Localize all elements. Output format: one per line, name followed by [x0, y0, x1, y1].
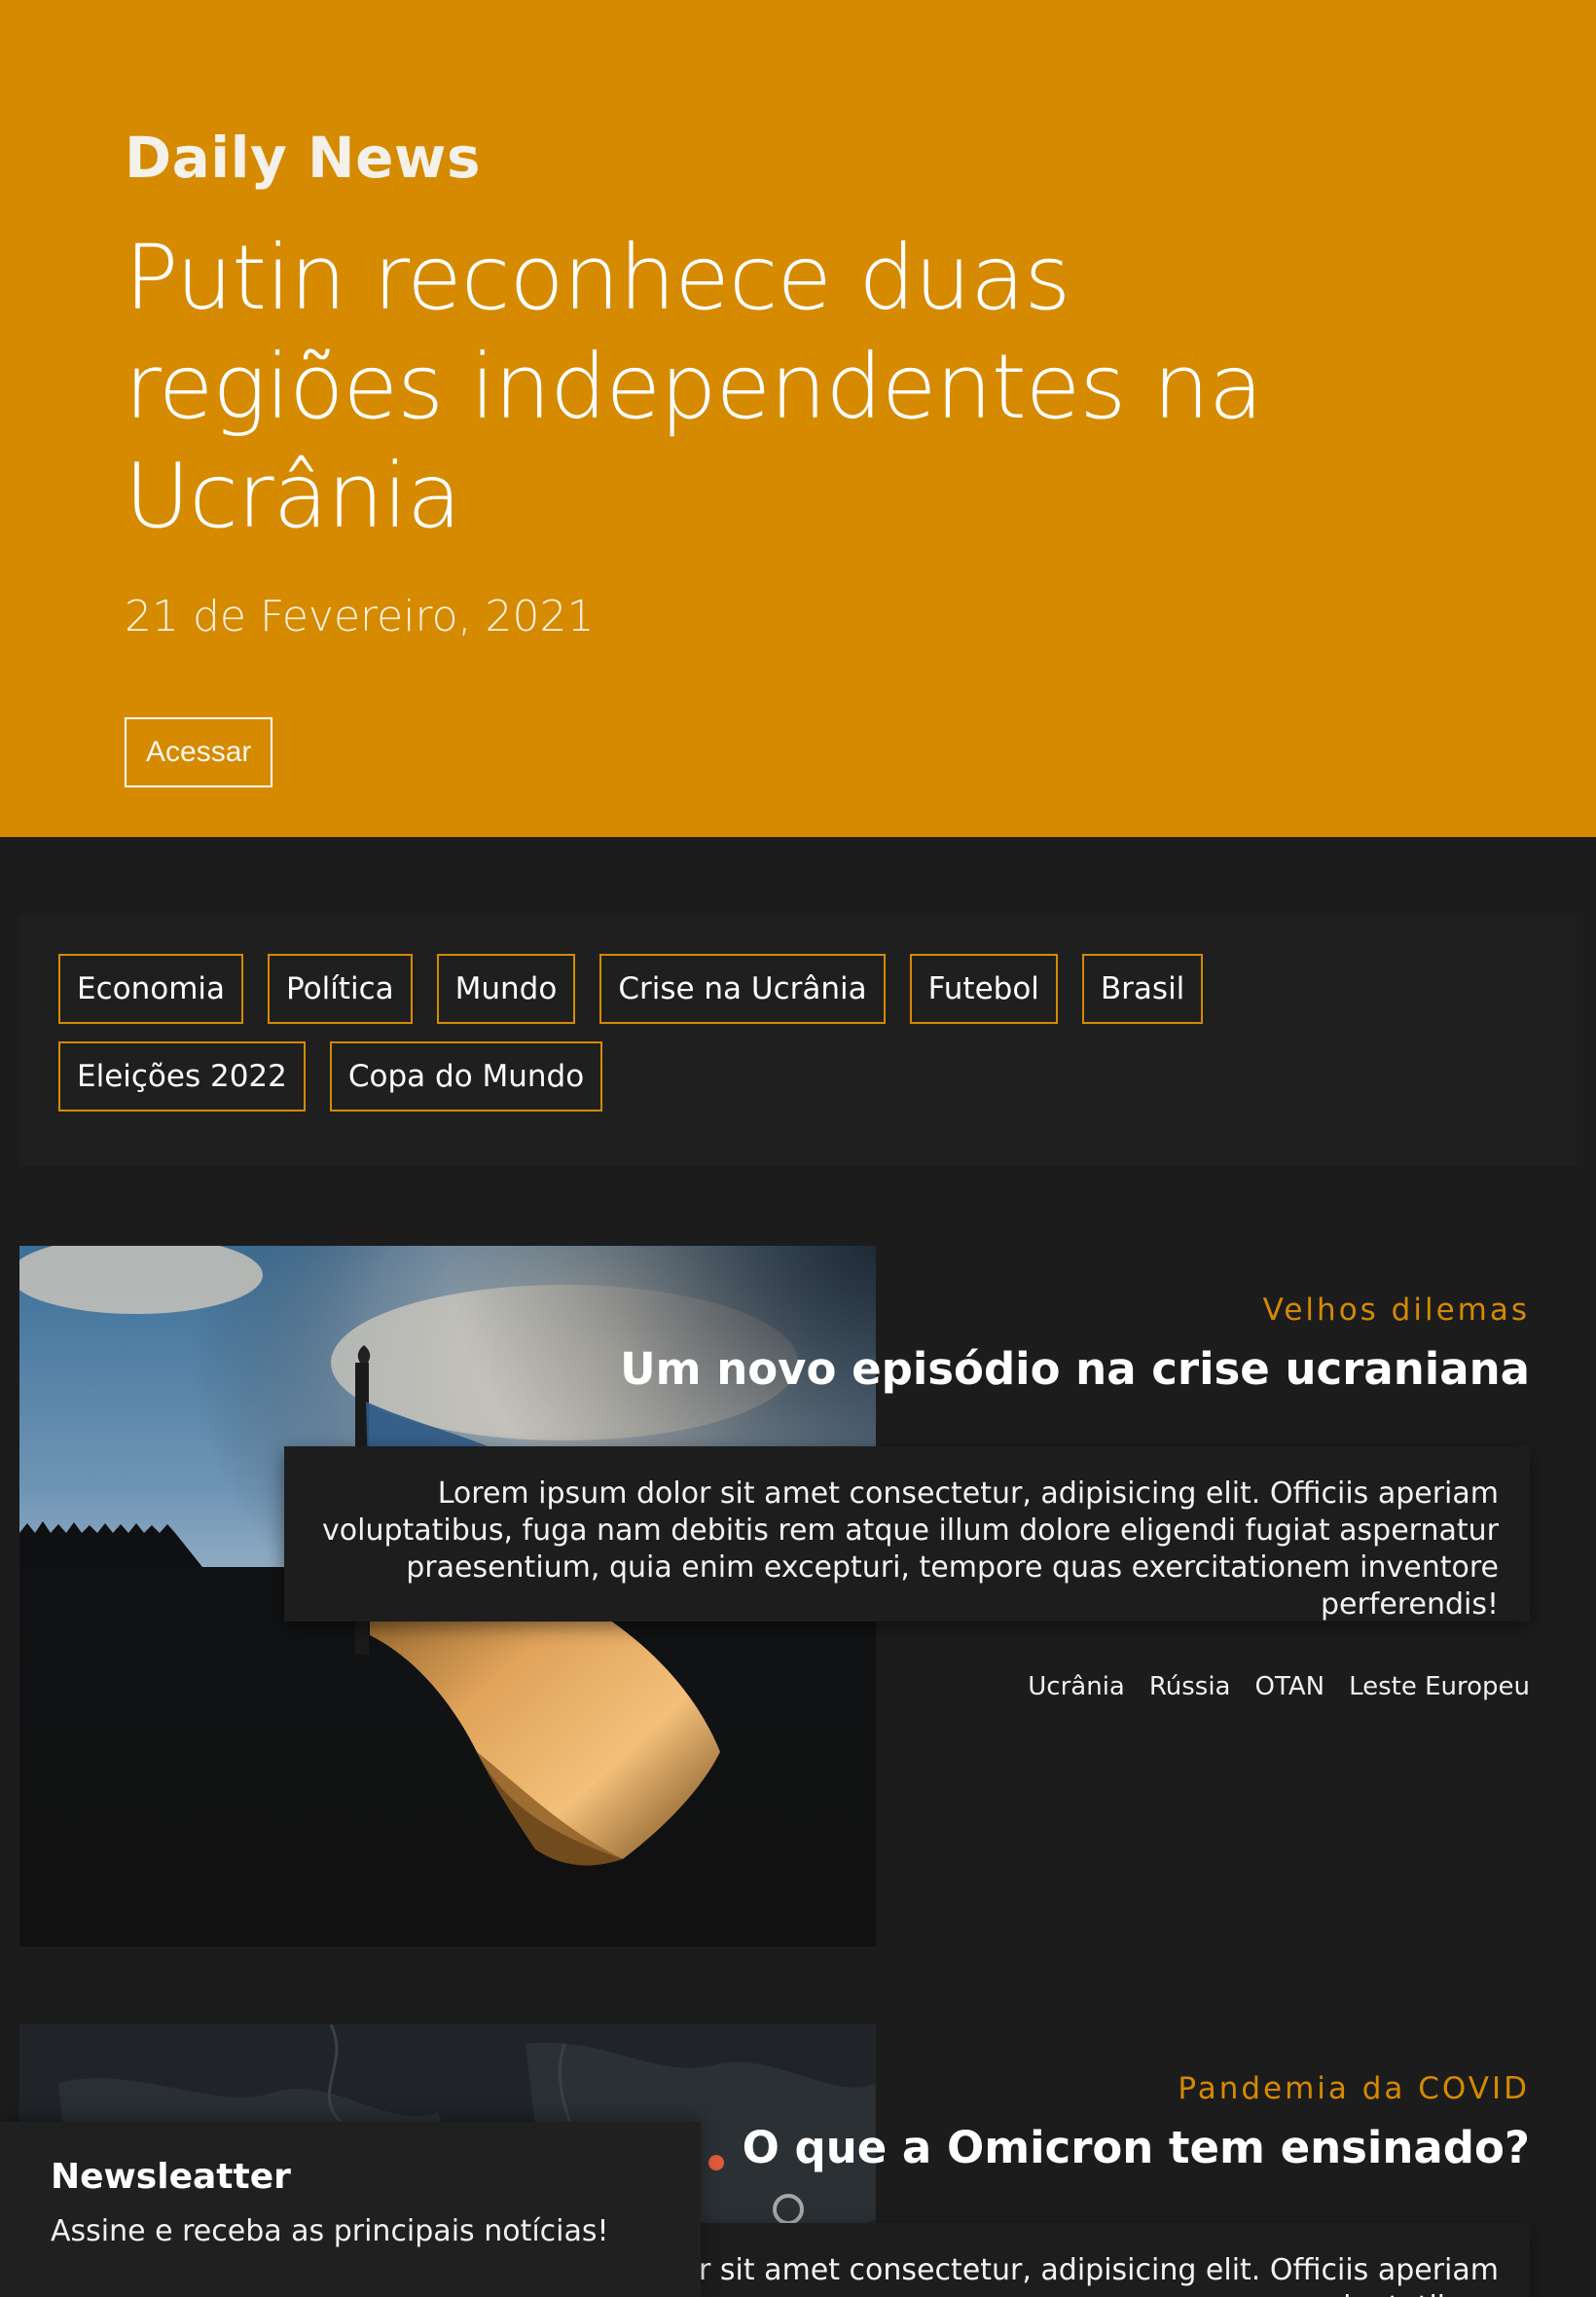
- article-excerpt: Lorem ipsum dolor sit amet consectetur, …: [284, 1446, 1530, 1622]
- newsletter-text: Assine e receba as principais notícias!: [51, 2214, 609, 2248]
- article-title[interactable]: Um novo episódio na crise ucraniana: [620, 1343, 1530, 1395]
- category-crise-ucrania[interactable]: Crise na Ucrânia: [599, 954, 886, 1024]
- category-copa-do-mundo[interactable]: Copa do Mundo: [329, 1041, 603, 1112]
- newsletter-title: Newsleatter: [51, 2157, 291, 2197]
- category-economia[interactable]: Economia: [58, 954, 244, 1024]
- article-tags: Ucrânia Rússia OTAN Leste Europeu: [1028, 1672, 1530, 1701]
- category-mundo[interactable]: Mundo: [436, 954, 576, 1024]
- category-list: Economia Política Mundo Crise na Ucrânia…: [58, 954, 1460, 1112]
- hero-headline: Putin reconhece duas regiões independent…: [125, 226, 1263, 548]
- access-button[interactable]: Acessar: [125, 717, 273, 787]
- newsletter-popup[interactable]: Newsleatter Assine e receba as principai…: [0, 2122, 701, 2297]
- category-futebol[interactable]: Futebol: [909, 954, 1058, 1024]
- tag-ucrania[interactable]: Ucrânia: [1028, 1672, 1125, 1701]
- article-title[interactable]: O que a Omicron tem ensinado?: [743, 2122, 1530, 2173]
- article-kicker: Pandemia da COVID: [1178, 2071, 1530, 2106]
- hero-date: 21 de Fevereiro, 2021: [125, 592, 595, 641]
- category-eleicoes-2022[interactable]: Eleições 2022: [58, 1041, 306, 1112]
- tag-leste-europeu[interactable]: Leste Europeu: [1349, 1672, 1530, 1701]
- article-card: Velhos dilemas Um novo episódio na crise…: [19, 1246, 1577, 1947]
- category-politica[interactable]: Política: [268, 954, 413, 1024]
- tag-otan[interactable]: OTAN: [1254, 1672, 1324, 1701]
- hero-banner: Daily News Putin reconhece duas regiões …: [0, 0, 1596, 837]
- category-panel: Economia Política Mundo Crise na Ucrânia…: [19, 915, 1577, 1166]
- article-kicker: Velhos dilemas: [1262, 1293, 1530, 1328]
- article-header: Pandemia da COVID O que a Omicron tem en…: [743, 2071, 1530, 2173]
- brand-logo[interactable]: Daily News: [125, 125, 1596, 191]
- article-header: Velhos dilemas Um novo episódio na crise…: [620, 1293, 1530, 1395]
- tag-russia[interactable]: Rússia: [1149, 1672, 1231, 1701]
- category-brasil[interactable]: Brasil: [1081, 954, 1204, 1024]
